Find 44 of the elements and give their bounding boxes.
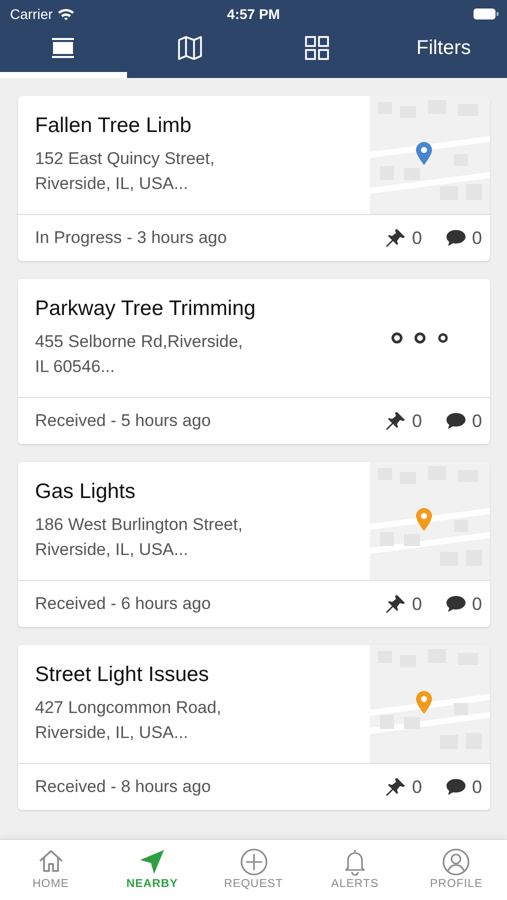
request-status: Received - 6 hours ago: [35, 594, 212, 614]
request-title: Street Light Issues: [35, 663, 210, 687]
person-circle-icon: [442, 848, 470, 876]
carrier-label: Carrier: [10, 6, 53, 22]
pushpin-icon: [386, 777, 406, 797]
comment-icon: [446, 595, 466, 613]
pushpin-icon: [386, 228, 406, 248]
battery-icon: [473, 8, 499, 20]
grid-icon: [304, 35, 330, 61]
request-address: 427 Longcommon Road, Riverside, IL, USA...: [35, 697, 222, 744]
home-tab[interactable]: HOME: [0, 840, 102, 900]
navigation-arrow-icon: [138, 848, 166, 876]
map-icon: [177, 35, 204, 61]
pushpin-icon: [386, 594, 406, 614]
request-title: Fallen Tree Limb: [35, 114, 192, 138]
request-title: Gas Lights: [35, 480, 136, 504]
pushpin-icon: [386, 411, 406, 431]
comment-icon: [446, 229, 466, 247]
request-address: 455 Selborne Rd,Riverside, IL 60546...: [35, 331, 244, 378]
request-address: 152 East Quincy Street, Riverside, IL, USA...: [35, 148, 216, 195]
alerts-tab[interactable]: ALERTS: [304, 840, 406, 900]
pin-count: 0: [412, 776, 422, 798]
request-tab[interactable]: REQUEST: [202, 840, 304, 900]
clock-time: 4:57 PM: [227, 6, 280, 22]
plus-circle-icon: [240, 848, 268, 876]
pin-count: 0: [412, 594, 422, 614]
request-status: Received - 5 hours ago: [35, 411, 212, 431]
comment-count: 0: [472, 594, 482, 614]
request-address: 186 West Burlington Street, Riverside, IL, USA...: [35, 514, 244, 561]
request-title: Parkway Tree Trimming: [35, 297, 257, 321]
comment-icon: [446, 412, 466, 430]
pin-count: 0: [412, 228, 422, 248]
comment-count: 0: [472, 776, 482, 798]
pin-count: 0: [412, 410, 422, 432]
wifi-icon: [56, 7, 75, 21]
request-status: Received - 8 hours ago: [35, 777, 212, 797]
comment-icon: [446, 778, 466, 796]
profile-tab[interactable]: PROFILE: [406, 840, 507, 900]
request-status: In Progress - 3 hours ago: [35, 228, 228, 248]
list-view-icon: [50, 35, 76, 61]
comment-count: 0: [472, 228, 482, 248]
nearby-tab[interactable]: NEARBY: [101, 840, 203, 900]
comment-count: 0: [472, 410, 482, 432]
loading-indicator-icon: [391, 332, 449, 344]
